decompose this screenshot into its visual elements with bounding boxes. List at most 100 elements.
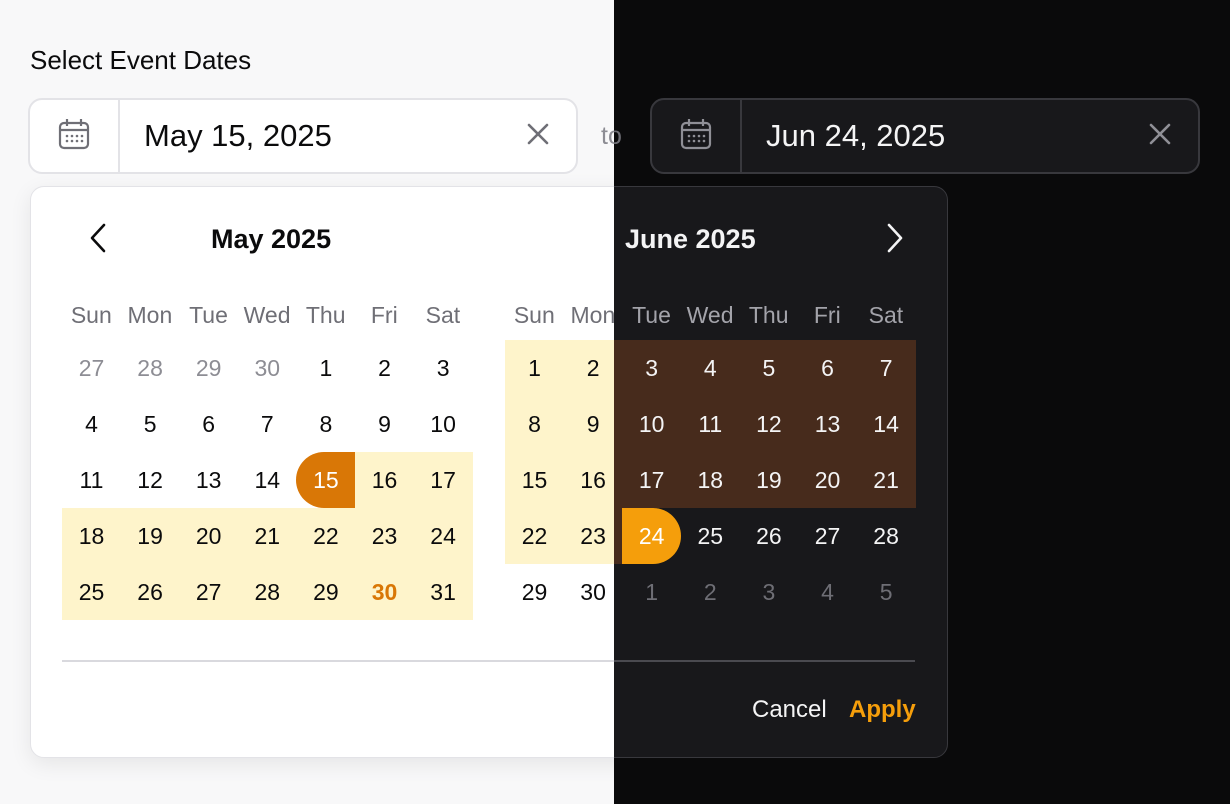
day-number: 28	[254, 578, 281, 605]
calendar-day[interactable]: 11	[680, 396, 740, 452]
calendar-day[interactable]: 24	[413, 508, 473, 564]
calendar-day[interactable]: 14	[856, 396, 916, 452]
calendar-day[interactable]: 20	[179, 508, 239, 564]
calendar-day[interactable]: 10	[414, 396, 473, 452]
day-number: 6	[202, 410, 216, 437]
calendar-day[interactable]: 16	[355, 452, 414, 508]
day-number: 14	[873, 410, 899, 437]
calendar-day[interactable]: 11	[62, 452, 121, 508]
calendar-day[interactable]: 27	[179, 564, 239, 620]
calendar-day[interactable]: 26	[739, 508, 798, 564]
end-calendar-button[interactable]	[652, 100, 742, 172]
calendar-day[interactable]: 4	[798, 564, 857, 620]
calendar-day[interactable]: 23	[563, 508, 623, 564]
calendar-day[interactable]: 15	[505, 452, 564, 508]
apply-button[interactable]: Apply	[849, 696, 916, 724]
calendar-day[interactable]: 6	[179, 396, 238, 452]
chevron-left-icon	[88, 222, 108, 259]
calendar-day[interactable]: 4	[680, 340, 740, 396]
calendar-day[interactable]: 29	[296, 564, 356, 620]
day-number: 10	[430, 410, 456, 437]
calendar-day[interactable]: 14	[238, 452, 297, 508]
calendar-day[interactable]: 20	[798, 452, 857, 508]
calendar-day[interactable]: 31	[413, 564, 473, 620]
calendar-day[interactable]: 18	[62, 508, 121, 564]
calendar-day[interactable]: 17	[622, 452, 682, 508]
calendar-day[interactable]: 13	[798, 396, 857, 452]
range-start-day[interactable]: 15	[296, 452, 356, 508]
calendar-day[interactable]: 22	[505, 508, 564, 564]
calendar-icon	[57, 117, 91, 156]
calendar-day[interactable]: 30	[355, 564, 414, 620]
calendar-day[interactable]: 28	[237, 564, 297, 620]
clear-end-button[interactable]	[1146, 122, 1174, 150]
calendar-day[interactable]: 5	[121, 396, 180, 452]
close-icon	[1148, 122, 1172, 151]
end-date-field[interactable]: Jun 24, 2025	[650, 98, 1200, 174]
calendar-day[interactable]: 19	[120, 508, 180, 564]
calendar-day[interactable]: 5	[739, 340, 799, 396]
day-number: 3	[645, 354, 659, 381]
calendar-day[interactable]: 27	[62, 340, 121, 396]
start-date-field[interactable]: May 15, 2025	[28, 98, 578, 174]
calendar-day[interactable]: 4	[62, 396, 121, 452]
start-date-value[interactable]: May 15, 2025	[144, 118, 332, 154]
weekday-header: Tue	[632, 302, 671, 328]
cancel-button[interactable]: Cancel	[752, 696, 827, 724]
calendar-day[interactable]: 12	[739, 396, 799, 452]
day-number: 25	[78, 578, 105, 605]
day-number: 7	[879, 354, 893, 381]
range-end-day[interactable]: 24	[622, 508, 682, 564]
clear-start-button[interactable]	[524, 122, 552, 150]
calendar-day[interactable]: 9	[563, 396, 623, 452]
end-date-value[interactable]: Jun 24, 2025	[766, 118, 945, 154]
calendar-day[interactable]: 9	[355, 396, 414, 452]
calendar-day[interactable]: 7	[856, 340, 916, 396]
calendar-day[interactable]: 21	[856, 452, 916, 508]
calendar-day[interactable]: 23	[355, 508, 414, 564]
calendar-day[interactable]: 3	[739, 564, 798, 620]
calendar-day[interactable]: 16	[563, 452, 623, 508]
day-number: 11	[79, 466, 104, 493]
previous-month-button[interactable]	[81, 222, 115, 258]
calendar-day[interactable]: 25	[62, 564, 121, 620]
calendar-day[interactable]: 1	[622, 564, 681, 620]
calendar-day[interactable]: 19	[739, 452, 799, 508]
calendar-day[interactable]: 1	[296, 340, 355, 396]
calendar-day[interactable]: 28	[121, 340, 180, 396]
calendar-day[interactable]: 29	[179, 340, 238, 396]
calendar-day[interactable]: 30	[238, 340, 297, 396]
calendar-day[interactable]: 30	[564, 564, 623, 620]
calendar-day[interactable]: 1	[505, 340, 564, 396]
next-month-button[interactable]	[878, 222, 912, 258]
calendar-day[interactable]: 3	[622, 340, 682, 396]
calendar-day[interactable]: 29	[505, 564, 564, 620]
day-number: 20	[195, 522, 222, 549]
start-calendar-button[interactable]	[30, 100, 120, 172]
day-number: 27	[195, 578, 222, 605]
calendar-day[interactable]: 13	[179, 452, 238, 508]
day-number: 14	[254, 466, 281, 493]
calendar-day[interactable]: 8	[505, 396, 564, 452]
month-title: June 2025	[625, 224, 756, 254]
calendar-day[interactable]: 5	[857, 564, 916, 620]
calendar-day[interactable]: 2	[681, 564, 740, 620]
calendar-day[interactable]: 3	[414, 340, 473, 396]
calendar-day[interactable]: 26	[120, 564, 180, 620]
calendar-day[interactable]: 10	[622, 396, 682, 452]
calendar-day[interactable]: 2	[355, 340, 414, 396]
calendar-day[interactable]: 18	[680, 452, 740, 508]
calendar-day[interactable]: 25	[681, 508, 740, 564]
calendar-day[interactable]: 22	[296, 508, 356, 564]
calendar-day[interactable]: 12	[121, 452, 180, 508]
calendar-day[interactable]: 6	[798, 340, 857, 396]
calendar-day[interactable]: 27	[798, 508, 857, 564]
calendar-day[interactable]: 17	[413, 452, 473, 508]
day-number: 12	[137, 466, 163, 493]
day-number: 6	[821, 354, 834, 381]
calendar-day[interactable]: 7	[238, 396, 297, 452]
calendar-day[interactable]: 21	[237, 508, 297, 564]
calendar-day[interactable]: 28	[857, 508, 916, 564]
calendar-day[interactable]: 2	[563, 340, 623, 396]
calendar-day[interactable]: 8	[296, 396, 355, 452]
